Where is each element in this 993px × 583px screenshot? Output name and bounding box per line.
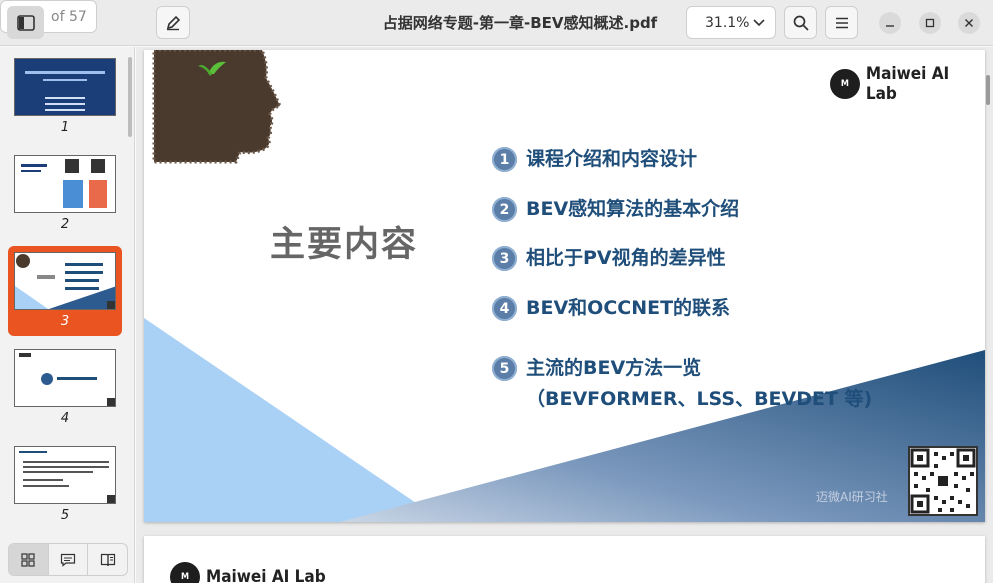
thumbnail-page-1[interactable]: 1 — [8, 52, 122, 142]
qr-code — [908, 446, 978, 516]
thumbnail-page-4[interactable]: 4 — [8, 343, 122, 433]
pen-icon — [166, 15, 181, 30]
lab-logo-mark: M — [830, 69, 860, 99]
slide-background — [144, 50, 985, 522]
agenda-item-4: 4 BEV和OCCNET的联系 — [492, 296, 730, 324]
pdf-page-4: M Maiwei AI Lab — [144, 536, 985, 583]
agenda-text: 相比于PV视角的差异性 — [526, 247, 726, 269]
slide-heading: 主要内容 — [270, 225, 419, 265]
sidebar-scrollbar[interactable] — [128, 57, 132, 137]
search-icon — [793, 15, 809, 31]
document-scrollbar[interactable] — [986, 75, 990, 105]
maximize-icon — [925, 18, 935, 28]
thumbnail-label: 2 — [60, 217, 70, 232]
thumbnail-label: 4 — [60, 411, 70, 426]
minimize-button[interactable] — [879, 12, 901, 34]
header-bar: 3 of 57 占据网络专题-第一章-BEV感知概述.pdf 31.1% — [0, 0, 993, 46]
thumbnail-label: 3 — [60, 314, 70, 329]
thumbnail-page-3[interactable]: 3 — [8, 246, 122, 336]
main-menu-button[interactable] — [825, 6, 858, 39]
thumbnail-image — [14, 155, 116, 213]
agenda-text: 主流的BEV方法一览 （BEVFORMER、LSS、BEVDET 等) — [526, 357, 873, 410]
lab-logo: M Maiwei AI Lab — [830, 64, 985, 104]
annotations-view-button[interactable] — [49, 544, 89, 575]
agenda-number: 5 — [492, 356, 517, 381]
thumbnail-page-2[interactable]: 2 — [8, 149, 122, 239]
close-icon — [965, 19, 973, 27]
agenda-item-5: 5 主流的BEV方法一览 （BEVFORMER、LSS、BEVDET 等) — [492, 356, 876, 415]
page-total-label: of 57 — [51, 8, 87, 25]
maximize-button[interactable] — [919, 12, 941, 34]
agenda-number: 1 — [492, 147, 517, 172]
agenda-item-3: 3 相比于PV视角的差异性 — [492, 246, 726, 274]
comment-icon — [60, 553, 76, 567]
agenda-text: BEV感知算法的基本介绍 — [526, 198, 740, 220]
chevron-down-icon — [753, 18, 765, 26]
hamburger-icon — [835, 17, 848, 28]
thumbnail-image — [14, 252, 116, 310]
sidebar-toggle-button[interactable] — [7, 6, 44, 39]
document-title: 占据网络专题-第一章-BEV感知概述.pdf — [382, 14, 658, 32]
grid-icon — [21, 552, 35, 567]
lab-logo-text: Maiwei AI Lab — [865, 64, 950, 104]
agenda-number: 3 — [492, 246, 517, 271]
annotate-button[interactable] — [156, 6, 190, 39]
thumbnail-image — [14, 349, 116, 407]
sidebar-icon — [16, 14, 35, 31]
agenda-number: 4 — [492, 296, 517, 321]
search-button[interactable] — [784, 6, 817, 39]
sidebar-view-switcher — [8, 543, 128, 576]
thumbnail-label: 5 — [60, 508, 70, 523]
pdf-page-3: M Maiwei AI Lab 主要内容 1 课程介绍和内容设计 2 BEV感知… — [144, 50, 985, 522]
head-graphic — [152, 50, 283, 164]
outline-view-button[interactable] — [88, 544, 127, 575]
zoom-dropdown[interactable]: 31.1% — [686, 6, 776, 39]
document-view[interactable]: M Maiwei AI Lab 主要内容 1 课程介绍和内容设计 2 BEV感知… — [136, 47, 993, 583]
watermark-text: 迈微AI研习社 — [816, 490, 888, 504]
thumbnail-page-5[interactable]: 5 — [8, 440, 122, 530]
agenda-number: 2 — [492, 197, 517, 222]
agenda-text: 课程介绍和内容设计 — [526, 148, 698, 170]
close-button[interactable] — [958, 12, 980, 34]
agenda-item-2: 2 BEV感知算法的基本介绍 — [492, 197, 739, 225]
minimize-icon — [886, 25, 894, 27]
thumbnail-image — [14, 58, 116, 116]
thumbnail-sidebar: 1 2 3 4 5 — [0, 47, 135, 583]
lab-logo: M Maiwei AI Lab — [170, 562, 326, 583]
thumbnail-label: 1 — [60, 120, 70, 135]
lab-logo-text: Maiwei AI Lab — [206, 567, 326, 583]
book-icon — [100, 553, 115, 566]
thumbnail-image — [14, 446, 116, 504]
zoom-level: 31.1% — [705, 14, 750, 31]
agenda-text: BEV和OCCNET的联系 — [526, 297, 731, 319]
thumbnails-view-button[interactable] — [9, 544, 49, 575]
lab-logo-mark: M — [170, 562, 200, 583]
agenda-item-1: 1 课程介绍和内容设计 — [492, 147, 697, 175]
